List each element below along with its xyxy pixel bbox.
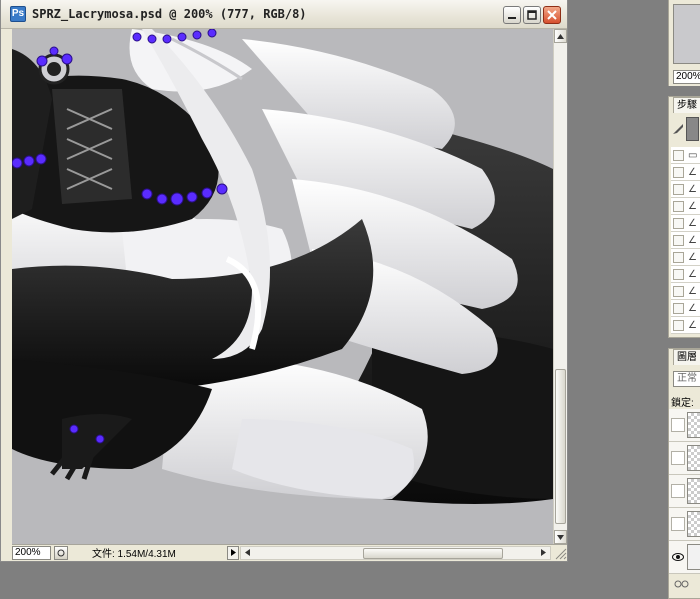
lock-label: 鎖定:	[671, 398, 694, 409]
history-state[interactable]: ∠	[671, 283, 700, 300]
close-icon	[547, 10, 557, 20]
scroll-up-button[interactable]	[554, 29, 567, 43]
brush-stroke-icon: ∠	[688, 319, 697, 331]
tab-layers[interactable]: 圖層	[673, 349, 700, 365]
history-state[interactable]: ∠	[671, 249, 700, 266]
history-state[interactable]: ∠	[671, 198, 700, 215]
status-menu-button[interactable]	[54, 545, 68, 560]
layer-row[interactable]	[669, 475, 700, 508]
history-source-checkbox[interactable]	[673, 302, 684, 314]
play-icon	[230, 549, 236, 556]
history-state[interactable]: ∠	[671, 300, 700, 317]
history-state[interactable]: ∠	[671, 317, 700, 334]
scroll-right-button[interactable]	[537, 547, 550, 559]
brush-stroke-icon: ∠	[688, 268, 697, 280]
vertical-scroll-thumb[interactable]	[555, 369, 566, 524]
title-bar[interactable]: Ps SPRZ_Lacrymosa.psd @ 200% (777, RGB/8…	[1, 0, 567, 29]
brush-stroke-icon: ∠	[688, 234, 697, 246]
horizontal-scrollbar[interactable]	[240, 545, 552, 560]
window-title: SPRZ_Lacrymosa.psd @ 200% (777, RGB/8)	[32, 7, 307, 21]
layer-thumbnail	[687, 412, 700, 438]
scroll-left-button[interactable]	[241, 547, 254, 559]
layer-visibility-toggle[interactable]	[671, 517, 685, 531]
brush-stroke-icon: ∠	[688, 166, 697, 178]
history-state[interactable]: ∠	[671, 164, 700, 181]
history-state[interactable]: ∠	[671, 232, 700, 249]
arrow-left-icon	[245, 549, 251, 556]
history-state[interactable]: ▭	[671, 147, 700, 164]
arrow-down-icon	[557, 534, 564, 540]
navigator-preview[interactable]	[673, 4, 700, 64]
history-source-checkbox[interactable]	[673, 319, 684, 331]
snapshot-thumbnail	[685, 117, 699, 141]
brush-stroke-icon: ∠	[688, 251, 697, 263]
close-button[interactable]	[543, 6, 561, 24]
history-source-checkbox[interactable]	[673, 268, 684, 280]
layers-footer	[669, 579, 700, 597]
maximize-button[interactable]	[523, 6, 541, 24]
zoom-level-field[interactable]: 200%	[12, 545, 52, 560]
blend-mode-select[interactable]: 正常	[673, 371, 700, 387]
history-source-checkbox[interactable]	[673, 200, 684, 212]
history-panel: 步驟 ▭ ∠ ∠ ∠ ∠ ∠ ∠ ∠ ∠ ∠ ∠	[668, 96, 700, 338]
eye-icon	[672, 553, 684, 561]
history-snapshot[interactable]	[671, 115, 699, 143]
maximize-icon	[527, 10, 537, 20]
layer-list	[669, 409, 700, 574]
layers-panel: 圖層 正常 鎖定:	[668, 348, 700, 599]
layer-thumbnail	[687, 544, 700, 570]
layer-thumbnail	[687, 445, 700, 471]
minimize-button[interactable]	[503, 6, 521, 24]
brush-stroke-icon: ∠	[688, 285, 697, 297]
brush-icon	[673, 124, 683, 134]
history-list: ▭ ∠ ∠ ∠ ∠ ∠ ∠ ∠ ∠ ∠ ∠	[671, 147, 700, 334]
document-size-info: 文件: 1.54M/4.31M	[91, 549, 176, 560]
history-source-checkbox[interactable]	[673, 166, 684, 178]
document-window: Ps SPRZ_Lacrymosa.psd @ 200% (777, RGB/8…	[0, 0, 568, 562]
layer-visibility-toggle[interactable]	[671, 451, 685, 465]
vertical-scrollbar[interactable]	[553, 29, 567, 544]
status-menu-icon	[57, 549, 65, 556]
history-source-checkbox[interactable]	[673, 285, 684, 297]
brush-stroke-icon: ∠	[688, 302, 697, 314]
history-state[interactable]: ∠	[671, 181, 700, 198]
arrow-up-icon	[557, 33, 564, 39]
status-bar: 200% 文件: 1.54M/4.31M	[12, 544, 567, 560]
history-state[interactable]: ∠	[671, 215, 700, 232]
history-state[interactable]: ∠	[671, 266, 700, 283]
scroll-down-button[interactable]	[554, 530, 567, 544]
status-info-arrow-button[interactable]	[227, 545, 240, 560]
link-icon[interactable]	[671, 579, 695, 589]
horizontal-scroll-thumb[interactable]	[363, 547, 504, 559]
history-source-checkbox[interactable]	[673, 183, 684, 195]
brush-stroke-icon: ∠	[688, 200, 697, 212]
photoshop-doc-icon: Ps	[10, 6, 26, 22]
brush-stroke-icon: ∠	[688, 183, 697, 195]
layer-row[interactable]	[669, 409, 700, 442]
history-source-checkbox[interactable]	[673, 251, 684, 263]
layer-visibility-toggle[interactable]	[671, 484, 685, 498]
resize-grip-icon[interactable]	[553, 546, 567, 560]
minimize-icon	[508, 17, 516, 19]
layer-visibility-toggle[interactable]	[671, 550, 685, 564]
layer-row[interactable]	[669, 508, 700, 541]
layer-thumbnail	[687, 511, 700, 537]
layer-row[interactable]	[669, 442, 700, 475]
layer-thumbnail	[687, 478, 700, 504]
lacrymosa-artwork	[12, 29, 553, 544]
history-source-checkbox[interactable]	[673, 234, 684, 246]
brush-stroke-icon: ∠	[688, 217, 697, 229]
arrow-right-icon	[541, 549, 547, 556]
tab-history[interactable]: 步驟	[673, 97, 700, 113]
layer-row[interactable]	[669, 541, 700, 574]
navigator-panel: 200%	[668, 0, 700, 86]
history-source-checkbox[interactable]	[673, 149, 684, 161]
navigator-zoom-field[interactable]: 200%	[673, 70, 700, 84]
history-source-checkbox[interactable]	[673, 217, 684, 229]
document-icon: ▭	[688, 149, 698, 161]
image-canvas[interactable]	[12, 29, 553, 544]
layer-visibility-toggle[interactable]	[671, 418, 685, 432]
